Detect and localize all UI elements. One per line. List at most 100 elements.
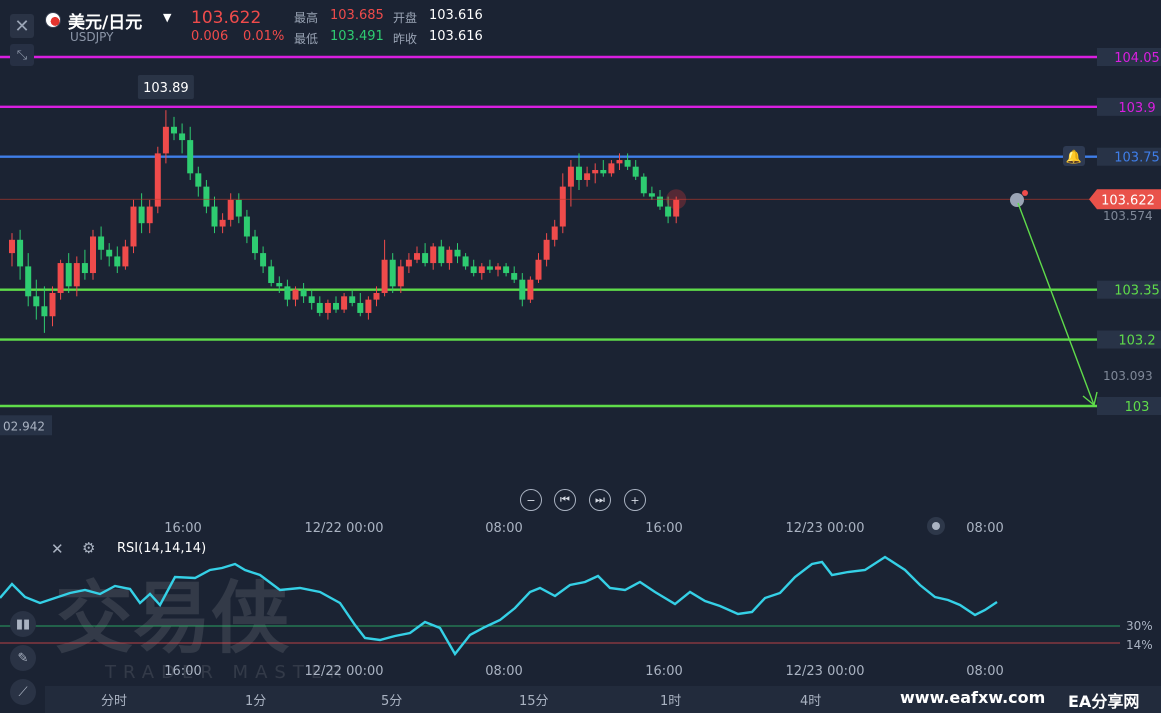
timeframe-1min[interactable]: 1分 xyxy=(245,690,266,709)
candle-body xyxy=(154,153,161,207)
candle-body xyxy=(252,236,258,254)
candle-body xyxy=(106,249,113,257)
scroll-end-button[interactable]: ⏭ xyxy=(589,489,611,511)
candle-body xyxy=(122,246,129,267)
zoom-out-button[interactable]: − xyxy=(520,489,542,511)
rsi-close-icon[interactable]: ✕ xyxy=(51,540,64,558)
footer-site-watermark: www.eafxw.com xyxy=(900,688,1046,707)
close-icon: ✕ xyxy=(14,15,30,37)
instrument-header: ✕ 美元/日元 ▼ USDJPY 103.622 0.006 0.01% 最高 … xyxy=(0,6,1161,46)
high-label: 最高 xyxy=(294,11,319,25)
candle-body xyxy=(632,166,639,177)
candle-body xyxy=(648,193,655,197)
prev-close-label: 昨收 xyxy=(393,32,418,46)
candle-body xyxy=(49,292,56,317)
us-jp-flag-icon xyxy=(45,12,61,28)
candle-body xyxy=(65,263,72,287)
candle-body xyxy=(146,206,153,224)
prev-close-value: 103.616 xyxy=(429,29,483,44)
indicator-tool-button[interactable]: ▮▮ xyxy=(10,611,36,637)
candle-body xyxy=(284,286,291,300)
candle-body xyxy=(600,170,607,174)
footer-name-watermark: EA分享网 xyxy=(1068,692,1140,711)
candle-body xyxy=(478,266,485,274)
candle-body xyxy=(503,266,510,274)
timeframe-1h[interactable]: 1时 xyxy=(660,690,681,709)
candle-body xyxy=(333,302,339,310)
rsi-indicator-label: RSI(14,14,14) xyxy=(117,541,207,556)
rsi-time-axis-label: 08:00 xyxy=(966,664,1003,679)
candle-body xyxy=(519,279,526,300)
candle-body xyxy=(179,133,186,141)
candle-body xyxy=(576,166,582,180)
candles-icon: ▮▮ xyxy=(15,616,31,632)
close-chart-button[interactable]: ✕ xyxy=(10,14,34,38)
candle-body xyxy=(608,163,615,174)
candle-body xyxy=(373,292,380,300)
left-axis-value: 02.942 xyxy=(3,419,45,433)
candle-body xyxy=(422,253,429,264)
candle-body xyxy=(308,296,315,303)
collapse-button[interactable]: ⤡ xyxy=(10,44,34,66)
open-label: 开盘 xyxy=(393,11,418,25)
candle-body xyxy=(470,266,477,274)
skip-back-icon: ⏮ xyxy=(560,493,570,506)
line-tool-button[interactable]: ⟋ xyxy=(10,679,36,705)
candle-body xyxy=(57,263,64,293)
candle-body xyxy=(341,296,348,310)
chevron-down-icon[interactable]: ▼ xyxy=(163,11,171,24)
candle-body xyxy=(551,226,558,240)
candle-body xyxy=(397,266,404,287)
rsi-time-axis-label: 16:00 xyxy=(645,664,682,679)
rsi-time-axis-label: 16:00 xyxy=(164,664,201,679)
skip-forward-icon: ⏭ xyxy=(595,493,605,506)
candle-body xyxy=(41,306,48,317)
timeframe-15min[interactable]: 15分 xyxy=(519,690,549,709)
timeframe-4h[interactable]: 4时 xyxy=(800,690,821,709)
candle-body xyxy=(235,199,242,217)
price-change-percent: 0.01% xyxy=(243,29,285,44)
candle-body xyxy=(171,126,177,134)
rsi-time-axis-label: 12/23 00:00 xyxy=(785,664,864,679)
candle-body xyxy=(446,249,453,264)
rsi-time-axis-label: 12/22 00:00 xyxy=(304,664,383,679)
info-icon[interactable] xyxy=(1010,193,1024,207)
candle-body xyxy=(9,239,15,254)
candle-body xyxy=(17,239,24,267)
candle-body xyxy=(559,186,566,227)
candle-body xyxy=(357,302,364,313)
trading-chart[interactable]: 交易侠 TRADER MASTER 104.05103.9103.75103.3… xyxy=(0,0,1161,713)
candle-body xyxy=(25,266,32,297)
scroll-start-button[interactable]: ⏮ xyxy=(554,489,576,511)
time-axis-label: 12/22 00:00 xyxy=(304,521,383,536)
candle-body xyxy=(389,259,396,287)
time-axis-label: 16:00 xyxy=(164,521,201,536)
candle-body xyxy=(381,259,388,293)
rsi-settings-gear-icon[interactable]: ⚙ xyxy=(82,539,95,557)
info-dot-icon xyxy=(1022,190,1028,196)
candle-body xyxy=(535,259,542,280)
candle-body xyxy=(268,266,275,284)
price-change: 0.006 xyxy=(191,29,229,44)
low-value: 103.491 xyxy=(330,29,384,44)
timeframe-tick[interactable]: 分时 xyxy=(101,690,127,709)
max-price-value: 103.89 xyxy=(143,81,189,96)
candle-body xyxy=(130,206,137,247)
shrink-arrows-icon: ⤡ xyxy=(16,47,28,63)
candle-body xyxy=(219,219,226,227)
candle-body xyxy=(114,256,121,267)
timeframe-5min[interactable]: 5分 xyxy=(381,690,402,709)
draw-tool-button[interactable]: ✎ xyxy=(10,645,36,671)
candle-body xyxy=(300,289,307,297)
candle-body xyxy=(73,263,80,287)
candle-body xyxy=(616,160,623,164)
price-level-value: 103.2 xyxy=(1118,334,1155,349)
candle-body xyxy=(543,239,550,260)
candle-body xyxy=(162,126,169,154)
candle-body xyxy=(584,173,591,180)
candle-body xyxy=(98,236,105,250)
zoom-in-button[interactable]: + xyxy=(624,489,646,511)
candle-body xyxy=(592,170,599,174)
time-axis-label: 16:00 xyxy=(645,521,682,536)
price-level-value: 103.75 xyxy=(1114,151,1160,166)
